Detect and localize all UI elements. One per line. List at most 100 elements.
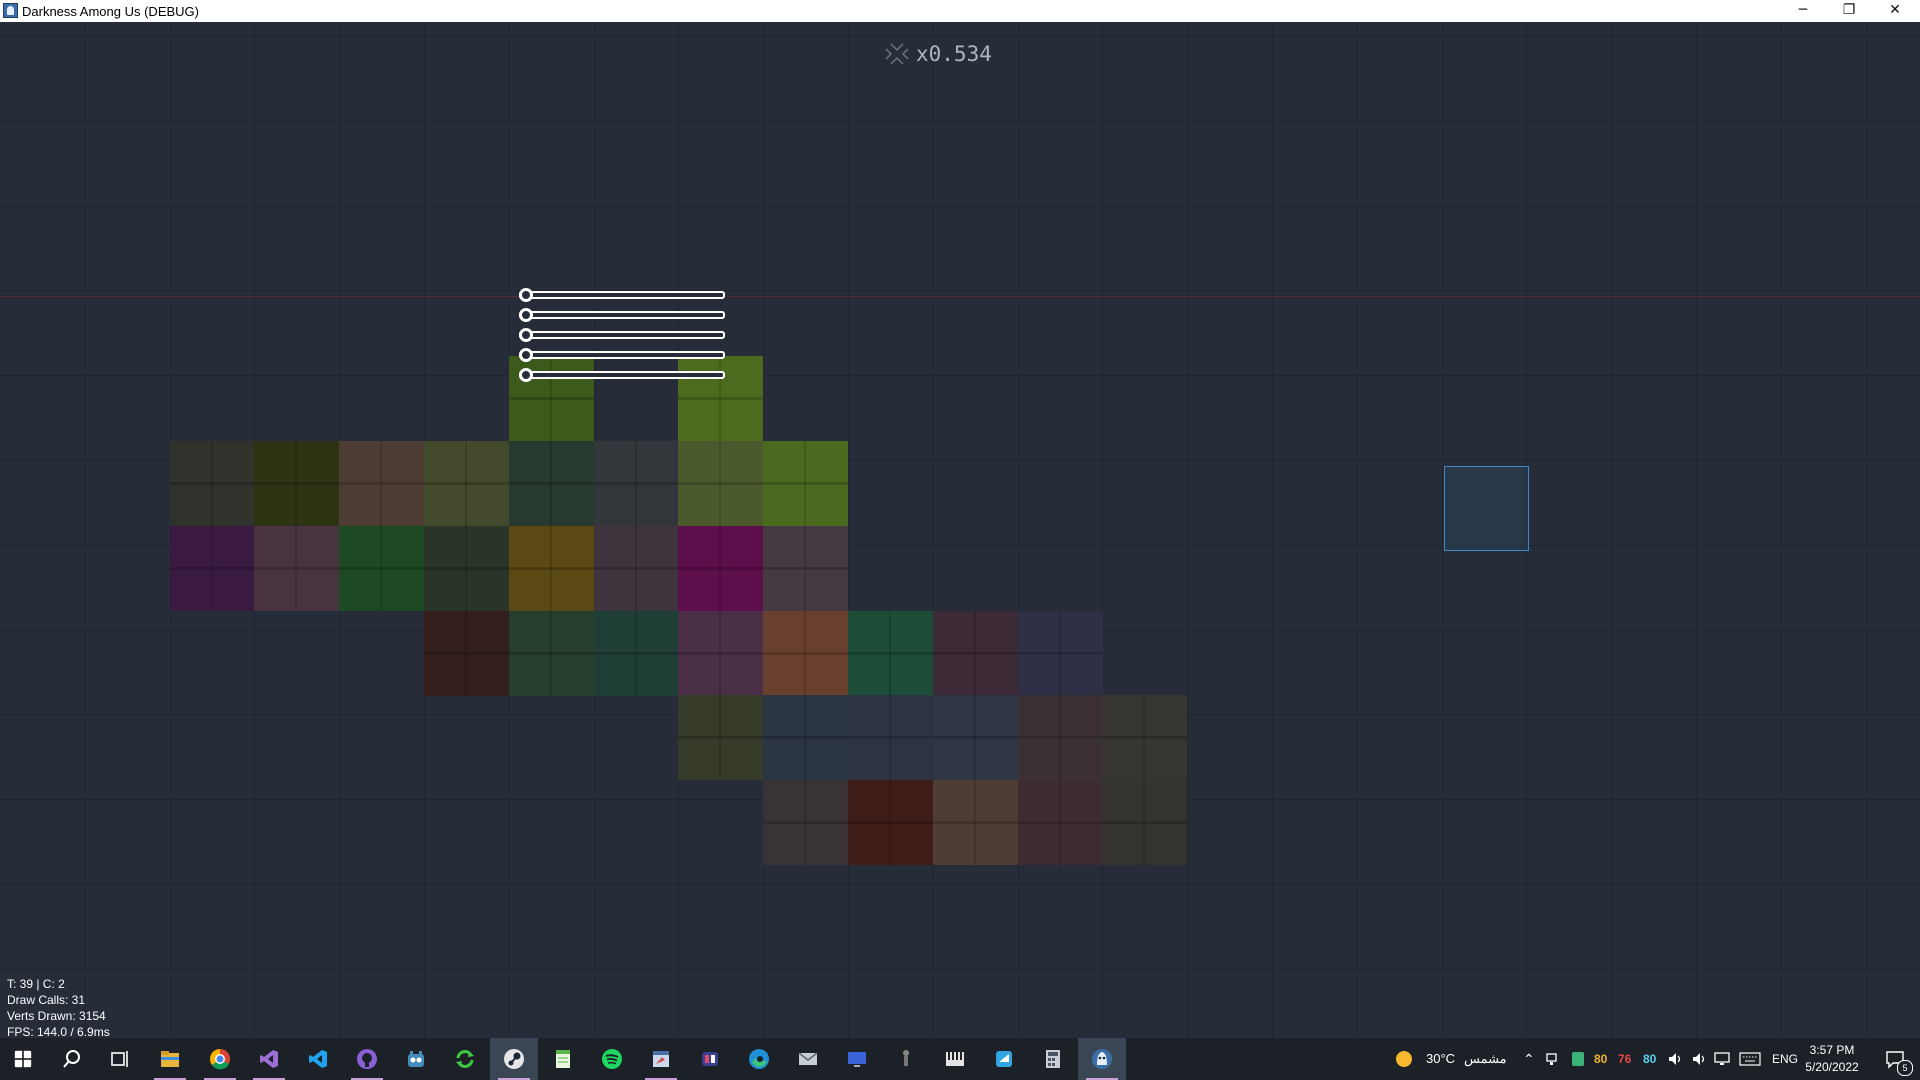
taskbar-app-github-desktop[interactable] bbox=[343, 1038, 391, 1080]
slider-knob[interactable] bbox=[519, 288, 533, 302]
slider-4[interactable] bbox=[519, 348, 727, 362]
taskbar-app-edge[interactable] bbox=[735, 1038, 783, 1080]
chevron-up-icon[interactable]: ⌃ bbox=[1523, 1038, 1535, 1080]
taskbar-app-steam[interactable] bbox=[490, 1038, 538, 1080]
speaker-icon[interactable] bbox=[1667, 1051, 1683, 1067]
slider-knob[interactable] bbox=[519, 308, 533, 322]
window-title-bar[interactable]: Darkness Among Us (DEBUG) ─ ❐ ✕ bbox=[0, 0, 1920, 22]
paint-icon bbox=[653, 1051, 669, 1067]
disk-temperature: 80 bbox=[1643, 1052, 1657, 1066]
map-tile bbox=[1018, 780, 1103, 865]
language-indicator[interactable]: ENG bbox=[1772, 1038, 1798, 1080]
taskbar-app-game-character[interactable] bbox=[882, 1038, 930, 1080]
grid-line-vertical bbox=[1866, 22, 1867, 1038]
search-button[interactable] bbox=[48, 1038, 96, 1080]
grid-line-vertical bbox=[933, 22, 934, 1038]
taskbar-app-paint[interactable] bbox=[637, 1038, 685, 1080]
slider-knob[interactable] bbox=[519, 368, 533, 382]
grid-line-horizontal bbox=[0, 36, 1920, 37]
clock-date: 5/20/2022 bbox=[1805, 1060, 1859, 1074]
grid-line-vertical bbox=[1442, 22, 1443, 1038]
character-icon bbox=[903, 1050, 909, 1066]
tile-selection-cursor[interactable] bbox=[1444, 466, 1529, 551]
map-tile bbox=[594, 441, 679, 526]
map-tile bbox=[509, 611, 594, 696]
taskbar-app-spotify[interactable] bbox=[588, 1038, 636, 1080]
map-tile bbox=[424, 611, 509, 696]
taskbar-app-vscode[interactable] bbox=[294, 1038, 342, 1080]
map-tile bbox=[678, 611, 763, 696]
slider-track[interactable] bbox=[519, 291, 725, 299]
start-button[interactable] bbox=[0, 1038, 48, 1080]
slider-track[interactable] bbox=[519, 331, 725, 339]
taskbar-app-remote-desktop[interactable] bbox=[833, 1038, 881, 1080]
slider-1[interactable] bbox=[519, 288, 727, 302]
notepad-icon bbox=[556, 1050, 570, 1068]
map-tile bbox=[933, 780, 1018, 865]
slider-knob[interactable] bbox=[519, 348, 533, 362]
slider-track[interactable] bbox=[519, 311, 725, 319]
weather-temperature[interactable]: 30°C bbox=[1426, 1038, 1455, 1080]
taskbar-app-sync[interactable] bbox=[441, 1038, 489, 1080]
map-tile bbox=[1018, 611, 1103, 696]
grid-line-horizontal bbox=[0, 375, 1920, 376]
map-tile bbox=[339, 526, 424, 611]
map-tile bbox=[678, 441, 763, 526]
map-tile bbox=[594, 611, 679, 696]
game-viewport[interactable]: x0.534 T: 39 | C: 2 Draw Calls: 31 Verts… bbox=[0, 22, 1920, 1038]
slider-2[interactable] bbox=[519, 308, 727, 322]
map-tile bbox=[678, 695, 763, 780]
taskbar-app-mail[interactable] bbox=[784, 1038, 832, 1080]
weather-condition[interactable]: مشمس bbox=[1464, 1038, 1507, 1080]
weather-sun-icon bbox=[1396, 1051, 1412, 1067]
taskbar-app-file-explorer[interactable] bbox=[146, 1038, 194, 1080]
grid-line-vertical bbox=[1781, 22, 1782, 1038]
notification-center-button[interactable]: 5 bbox=[1874, 1038, 1920, 1080]
slider-5[interactable] bbox=[519, 368, 727, 382]
slider-track[interactable] bbox=[519, 371, 725, 379]
taskbar-app-discord[interactable] bbox=[686, 1038, 734, 1080]
godot-icon bbox=[408, 1051, 424, 1067]
display-icon[interactable] bbox=[1714, 1052, 1730, 1066]
slider-3[interactable] bbox=[519, 328, 727, 342]
network-device-icon[interactable] bbox=[1546, 1052, 1560, 1066]
grid-line-vertical bbox=[848, 22, 849, 1038]
map-tile bbox=[848, 611, 933, 696]
taskbar-app-calculator[interactable] bbox=[1029, 1038, 1077, 1080]
slider-knob[interactable] bbox=[519, 328, 533, 342]
cpu-temperature: 80 bbox=[1594, 1052, 1608, 1066]
taskbar-app-notepad[interactable] bbox=[539, 1038, 587, 1080]
map-tile bbox=[1018, 695, 1103, 780]
task-view-button[interactable] bbox=[96, 1038, 144, 1080]
game-icon bbox=[1092, 1049, 1112, 1069]
spotify-icon bbox=[602, 1049, 622, 1069]
taskbar-app-godot[interactable] bbox=[392, 1038, 440, 1080]
grid-line-horizontal bbox=[0, 121, 1920, 122]
grid-line-horizontal bbox=[0, 884, 1920, 885]
debug-stat-verts: Verts Drawn: 3154 bbox=[7, 1009, 106, 1023]
window-title: Darkness Among Us (DEBUG) bbox=[22, 4, 199, 19]
taskbar-clock[interactable]: 3:57 PM 5/20/2022 bbox=[1800, 1042, 1864, 1076]
keyboard-icon[interactable] bbox=[1739, 1052, 1761, 1066]
minimize-button[interactable]: ─ bbox=[1780, 0, 1826, 22]
visual-studio-icon bbox=[260, 1050, 278, 1068]
slider-track[interactable] bbox=[519, 351, 725, 359]
grid-line-vertical bbox=[1611, 22, 1612, 1038]
gpu-temperature: 76 bbox=[1618, 1052, 1632, 1066]
restore-button[interactable]: ❐ bbox=[1826, 0, 1872, 22]
taskbar-app-screen-sketch[interactable] bbox=[980, 1038, 1028, 1080]
taskbar-app-darkness-among-us[interactable] bbox=[1078, 1038, 1126, 1080]
map-tile bbox=[763, 611, 848, 696]
map-tile bbox=[424, 526, 509, 611]
tray-app-icon[interactable] bbox=[1571, 1051, 1585, 1067]
taskbar-app-visual-studio[interactable] bbox=[245, 1038, 293, 1080]
debug-stats-overlay: T: 39 | C: 2 Draw Calls: 31 Verts Drawn:… bbox=[7, 976, 110, 1038]
vscode-icon bbox=[309, 1050, 327, 1068]
close-button[interactable]: ✕ bbox=[1872, 0, 1918, 22]
map-tile bbox=[848, 780, 933, 865]
taskbar-app-chrome[interactable] bbox=[196, 1038, 244, 1080]
volume-icon[interactable] bbox=[1691, 1051, 1707, 1067]
debug-stat-tiles: T: 39 | C: 2 bbox=[7, 977, 65, 991]
chrome-icon bbox=[210, 1049, 230, 1070]
taskbar-app-audio-editor[interactable] bbox=[931, 1038, 979, 1080]
